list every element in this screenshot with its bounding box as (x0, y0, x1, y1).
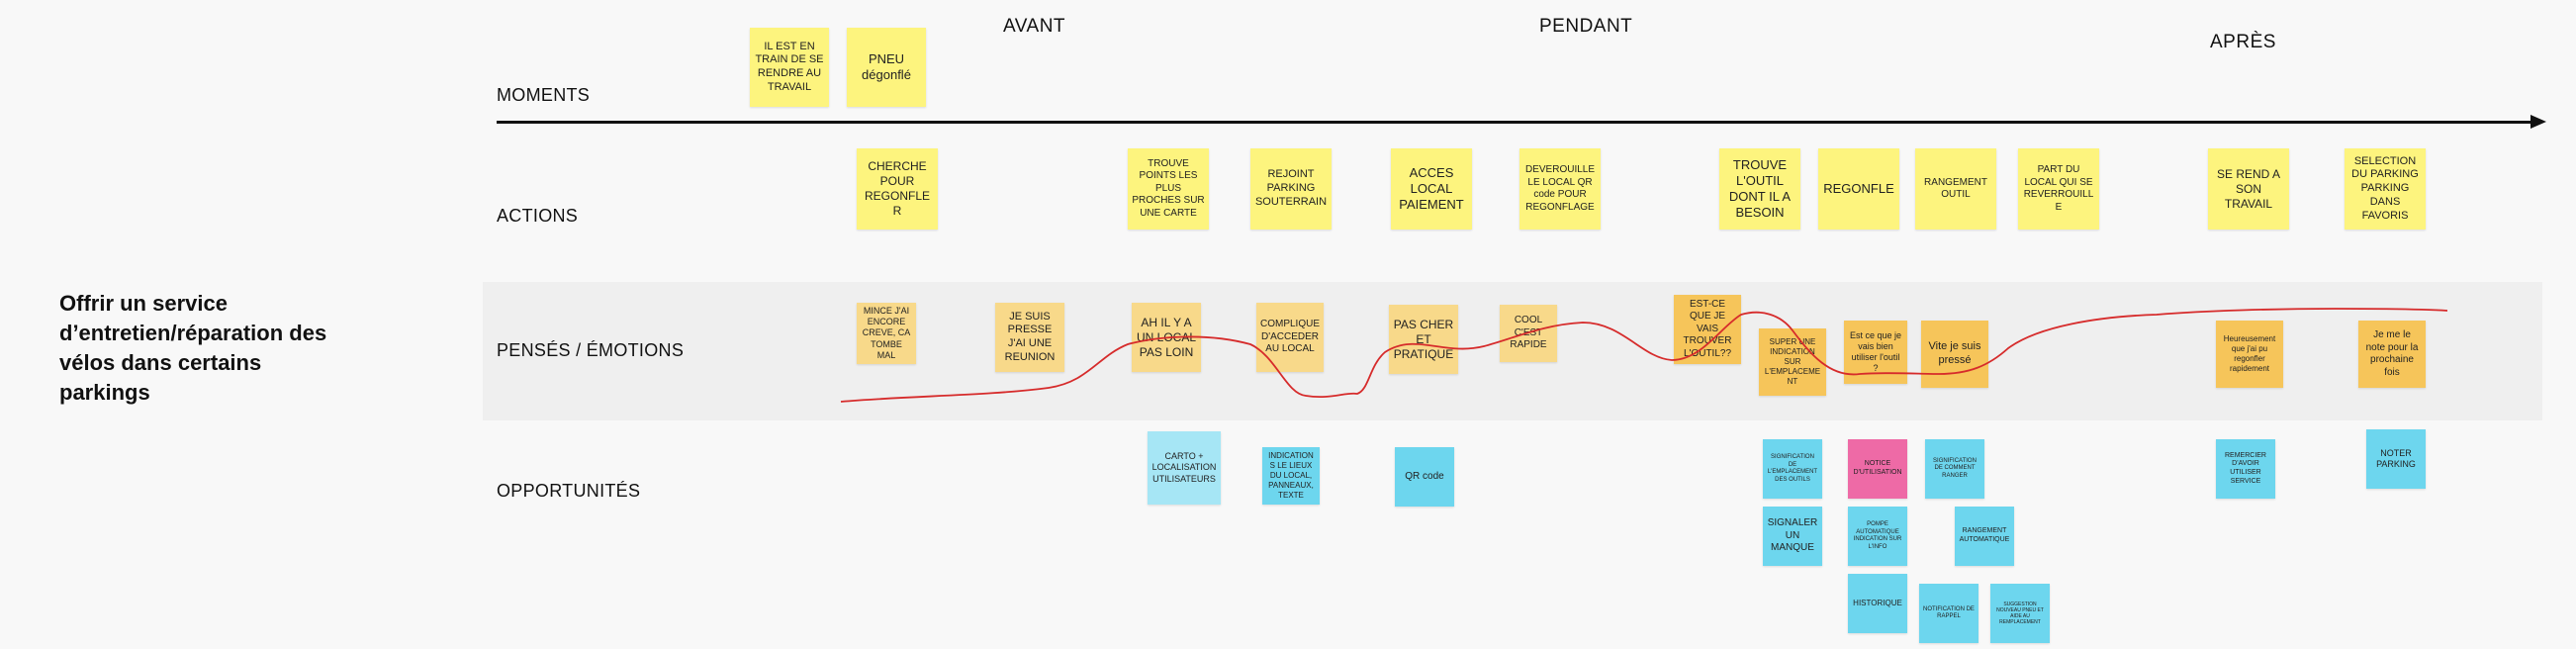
journey-map-board: Offrir un service d’entretien/réparation… (0, 0, 2576, 649)
emotion-curve (840, 308, 2448, 403)
